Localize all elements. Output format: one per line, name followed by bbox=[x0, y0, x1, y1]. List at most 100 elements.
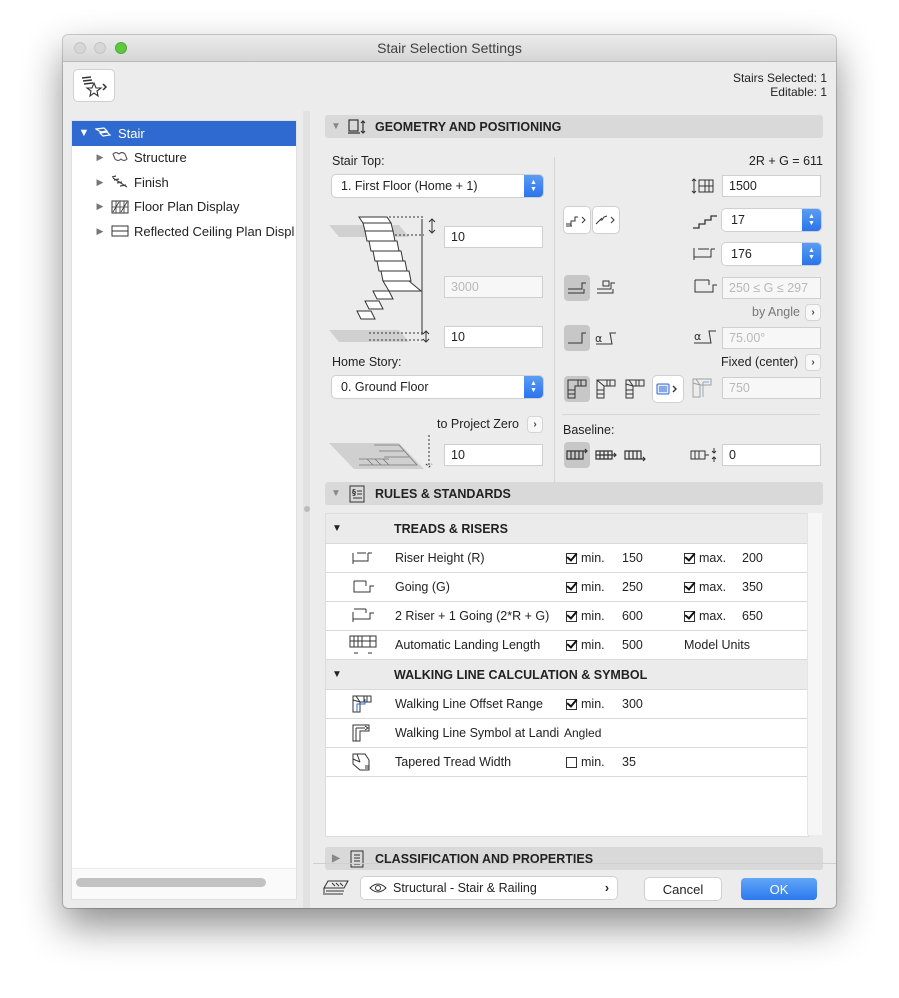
disclosure-expanded-icon[interactable]: ▼ bbox=[325, 121, 347, 132]
min-value[interactable]: 600 bbox=[622, 609, 643, 623]
section-geometry-header[interactable]: ▼ GEOMETRY AND POSITIONING bbox=[325, 115, 823, 138]
favorite-selector[interactable]: Structural - Stair & Railing › bbox=[361, 877, 617, 899]
max-label: max. bbox=[699, 551, 727, 565]
min-checkbox[interactable]: min. bbox=[566, 755, 605, 769]
project-zero-field[interactable]: 10 bbox=[444, 444, 543, 466]
checkbox-unchecked-icon bbox=[566, 756, 577, 768]
baseline-center-icon bbox=[595, 450, 617, 460]
max-value[interactable]: 650 bbox=[742, 609, 763, 623]
stair-shape-menu-button[interactable] bbox=[593, 207, 619, 233]
angle-free-button[interactable] bbox=[564, 325, 590, 351]
select-stepper-icon: ▲ ▼ bbox=[802, 209, 821, 231]
min-label: min. bbox=[581, 755, 605, 769]
disclosure-collapsed-icon[interactable]: ▶ bbox=[94, 177, 106, 188]
walking-line-menu-button[interactable]: › bbox=[806, 355, 820, 370]
project-zero-menu-button[interactable]: › bbox=[528, 417, 542, 432]
min-value[interactable]: 250 bbox=[622, 580, 643, 594]
min-checkbox[interactable]: min. bbox=[566, 638, 605, 652]
by-angle-menu-button[interactable]: › bbox=[806, 305, 820, 320]
svg-text:α: α bbox=[595, 332, 602, 345]
home-story-value: 0. Ground Floor bbox=[341, 380, 429, 394]
disclosure-collapsed-icon[interactable]: ▶ bbox=[94, 201, 106, 212]
select-stepper-icon: ▲ ▼ bbox=[802, 243, 821, 265]
tree-item-label: Reflected Ceiling Plan Displ bbox=[134, 223, 295, 239]
top-offset-field[interactable]: 10 bbox=[444, 226, 543, 248]
going-free-icon bbox=[568, 282, 586, 294]
rules-vertical-scrollbar[interactable] bbox=[807, 513, 822, 835]
formula-readout: 2R + G = 611 bbox=[748, 154, 823, 168]
section-rules-header[interactable]: ▼ § RULES & STANDARDS bbox=[325, 482, 823, 505]
rule-name: Walking Line Offset Range bbox=[395, 697, 543, 711]
min-value[interactable]: 300 bbox=[622, 697, 643, 711]
max-checkbox[interactable]: max. bbox=[684, 580, 726, 594]
riser-count-icon bbox=[691, 212, 719, 233]
bottom-offset-field[interactable]: 10 bbox=[444, 326, 543, 348]
total-height-field[interactable]: 3000 bbox=[444, 276, 543, 298]
max-value[interactable]: 350 bbox=[742, 580, 763, 594]
disclosure-collapsed-icon[interactable]: ▶ bbox=[94, 152, 106, 163]
tree-item-reflected-ceiling-plan[interactable]: ▶ Reflected Ceiling Plan Displ bbox=[72, 219, 296, 244]
baseline-left-button[interactable] bbox=[564, 442, 590, 468]
disclosure-collapsed-icon[interactable]: ▶ bbox=[94, 226, 106, 237]
rules-group-treads-risers[interactable]: ▼ TREADS & RISERS bbox=[326, 514, 808, 544]
splitter-handle-icon[interactable] bbox=[304, 506, 310, 512]
angle-field[interactable]: 75.00° bbox=[722, 327, 821, 349]
tree-item-structure[interactable]: ▶ Structure bbox=[72, 146, 296, 171]
riser-height-icon bbox=[348, 547, 378, 569]
group-title: TREADS & RISERS bbox=[394, 521, 508, 536]
rule-row: Riser Height (R) min. 150 max. 200 bbox=[326, 544, 808, 573]
rules-group-walking-line[interactable]: ▼ WALKING LINE CALCULATION & SYMBOL bbox=[326, 660, 808, 690]
favorites-layers-icon[interactable] bbox=[322, 878, 350, 901]
tree-item-floor-plan-display[interactable]: ▶ Floor Plan Display bbox=[72, 195, 296, 220]
landing-settings-menu-button[interactable] bbox=[653, 376, 683, 402]
symbol-value[interactable]: Angled bbox=[564, 726, 601, 740]
riser-height-select[interactable]: 176 ▲ ▼ bbox=[722, 243, 821, 265]
pane-splitter[interactable] bbox=[303, 111, 310, 908]
going-locked-button[interactable] bbox=[593, 275, 619, 301]
balanced-winder-button[interactable] bbox=[622, 376, 648, 402]
going-range-field[interactable]: 250 ≤ G ≤ 297 bbox=[722, 277, 821, 299]
min-checkbox[interactable]: min. bbox=[566, 697, 605, 711]
max-checkbox[interactable]: max. bbox=[684, 609, 726, 623]
baseline-offset-icon bbox=[689, 446, 721, 467]
disclosure-expanded-icon[interactable]: ▼ bbox=[325, 488, 347, 499]
max-value[interactable]: 200 bbox=[742, 551, 763, 565]
cancel-button[interactable]: Cancel bbox=[645, 878, 721, 900]
min-label: min. bbox=[581, 580, 605, 594]
tree-item-finish[interactable]: ▶ Finish bbox=[72, 170, 296, 195]
angle-locked-button[interactable]: α bbox=[593, 325, 619, 351]
max-label: max. bbox=[699, 580, 727, 594]
min-value[interactable]: 35 bbox=[622, 755, 636, 769]
min-checkbox[interactable]: min. bbox=[566, 609, 605, 623]
favorites-button[interactable] bbox=[74, 70, 114, 101]
min-checkbox[interactable]: min. bbox=[566, 551, 605, 565]
tree-horizontal-scrollbar[interactable] bbox=[76, 878, 266, 887]
classification-icon bbox=[347, 850, 367, 868]
stair-type-menu-button[interactable] bbox=[564, 207, 590, 233]
min-checkbox[interactable]: min. bbox=[566, 580, 605, 594]
tree-item-label: Stair bbox=[118, 125, 145, 141]
baseline-offset-field[interactable]: 0 bbox=[722, 444, 821, 466]
section-classification-header[interactable]: ▶ CLASSIFICATION AND PROPERTIES bbox=[325, 847, 823, 870]
flight-width-field[interactable]: 1500 bbox=[722, 175, 821, 197]
min-value[interactable]: 500 bbox=[622, 638, 643, 652]
baseline-right-button[interactable] bbox=[622, 442, 648, 468]
disclosure-expanded-icon[interactable]: ▼ bbox=[78, 127, 90, 139]
stair-top-select[interactable]: 1. First Floor (Home + 1) ▲ ▼ bbox=[332, 175, 543, 197]
angle-free-icon bbox=[568, 332, 586, 344]
riser-count-select[interactable]: 17 ▲ ▼ bbox=[722, 209, 821, 231]
home-story-select[interactable]: 0. Ground Floor ▲ ▼ bbox=[332, 376, 543, 398]
winder-type-button[interactable] bbox=[593, 376, 619, 402]
project-zero-diagram bbox=[329, 435, 433, 469]
baseline-center-button[interactable] bbox=[593, 442, 619, 468]
max-checkbox[interactable]: max. bbox=[684, 551, 726, 565]
landing-type-button[interactable] bbox=[564, 376, 590, 402]
tree-item-stair[interactable]: ▼ Stair bbox=[72, 121, 296, 146]
landing-width-field[interactable]: 750 bbox=[722, 377, 821, 399]
going-free-button[interactable] bbox=[564, 275, 590, 301]
min-value[interactable]: 150 bbox=[622, 551, 643, 565]
tree-item-label: Structure bbox=[134, 150, 187, 166]
ok-button[interactable]: OK bbox=[741, 878, 817, 900]
disclosure-expanded-icon[interactable]: ▼ bbox=[326, 523, 348, 534]
disclosure-expanded-icon[interactable]: ▼ bbox=[326, 669, 348, 680]
